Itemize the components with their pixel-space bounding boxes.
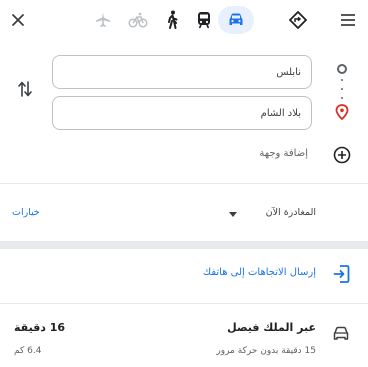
swap-icon[interactable]	[18, 80, 32, 102]
destination-value: بلاد الشام	[260, 107, 301, 119]
airplane-icon[interactable]	[89, 6, 117, 34]
route-traffic-note: 15 دقيقة بدون حركة مرور	[216, 346, 316, 356]
route-dots-icon	[341, 79, 343, 99]
destination-input[interactable]: بلاد الشام	[52, 96, 312, 130]
depart-time-dropdown[interactable]: المغادرة الآن	[266, 207, 316, 218]
route-name: عبر الملك فيصل	[227, 321, 316, 334]
chevron-down-icon[interactable]	[229, 212, 237, 217]
route-distance: 6.4 كم	[14, 346, 42, 356]
car-mode-button[interactable]	[218, 6, 254, 34]
section-divider	[0, 241, 368, 249]
options-button[interactable]: خيارات	[12, 207, 40, 218]
transit-icon[interactable]	[190, 6, 218, 34]
bicycle-icon[interactable]	[124, 6, 152, 34]
add-stop-button[interactable]: إضافة وجهة	[259, 148, 308, 159]
car-icon	[332, 326, 350, 346]
origin-input[interactable]: نابلس	[52, 55, 312, 89]
send-to-phone-row[interactable]: إرسال الاتجاهات إلى هاتفك	[0, 262, 368, 286]
close-icon[interactable]	[4, 6, 32, 34]
route-duration: 16 دقيقة	[14, 321, 66, 334]
destination-pin-icon	[335, 104, 349, 124]
add-circle-icon[interactable]	[333, 146, 351, 168]
send-to-phone-icon	[333, 264, 351, 288]
origin-value: نابلس	[276, 66, 301, 78]
divider	[0, 183, 368, 184]
origin-dot-icon	[337, 64, 347, 74]
car-icon	[229, 13, 243, 25]
mode-toolbar	[0, 0, 368, 40]
send-to-phone-label: إرسال الاتجاهات إلى هاتفك	[202, 267, 316, 278]
route-option[interactable]: عبر الملك فيصل 15 دقيقة بدون حركة مرور 1…	[0, 318, 368, 364]
directions-icon[interactable]	[284, 6, 312, 34]
walk-icon[interactable]	[158, 6, 186, 34]
options-bar: خيارات المغادرة الآن	[0, 204, 368, 224]
divider	[0, 303, 368, 304]
menu-icon[interactable]	[334, 6, 362, 34]
